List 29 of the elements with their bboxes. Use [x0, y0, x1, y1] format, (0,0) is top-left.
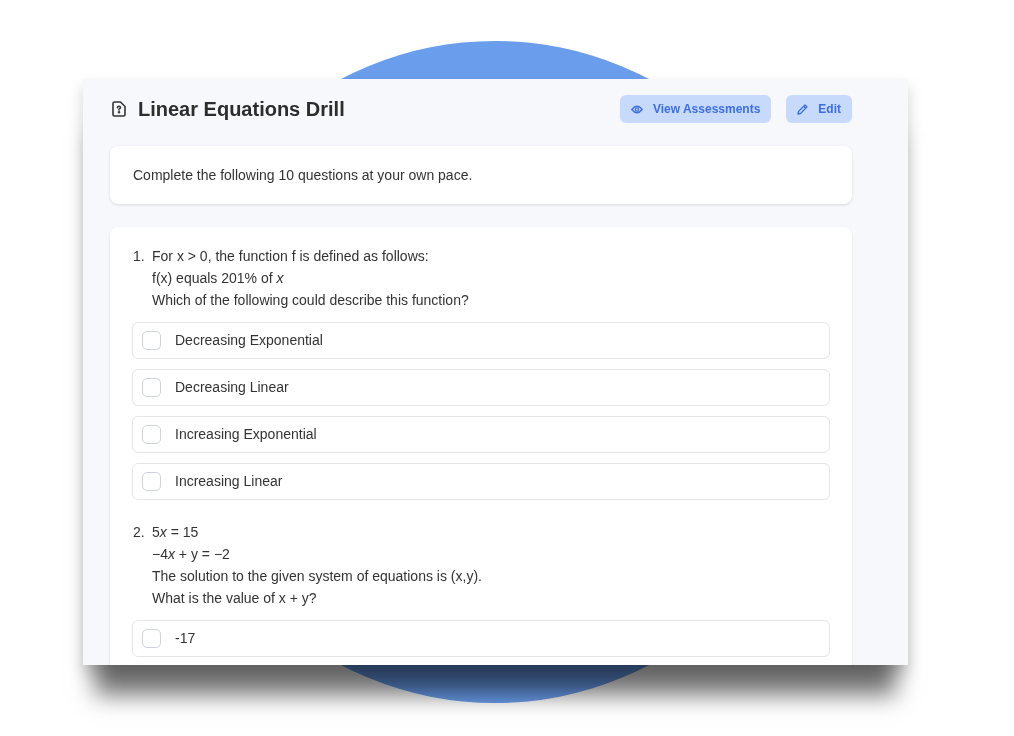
eye-icon	[630, 104, 643, 114]
option-label: -17	[175, 629, 196, 648]
checkbox[interactable]	[142, 472, 161, 491]
answer-option[interactable]: Increasing Linear	[132, 463, 830, 500]
question-text: −4x + y = −2	[152, 545, 230, 564]
question-text: Which of the following could describe this function?	[152, 291, 469, 310]
answer-option[interactable]: Decreasing Linear	[132, 369, 830, 406]
intro-text: Complete the following 10 questions at your own pace.	[133, 165, 473, 185]
answer-option[interactable]: Increasing Exponential	[132, 416, 830, 453]
question-text: The solution to the given system of equations is (x,y).	[152, 567, 482, 586]
checkbox[interactable]	[142, 629, 161, 648]
option-label: Decreasing Exponential	[175, 331, 323, 350]
file-question-icon	[112, 101, 126, 117]
option-label: Decreasing Linear	[175, 378, 289, 397]
answer-option[interactable]: Decreasing Exponential	[132, 322, 830, 359]
question-number: 1.	[133, 247, 146, 266]
option-label: Increasing Linear	[175, 472, 283, 491]
question-number: 2.	[133, 523, 146, 542]
question-text: 5x = 15	[152, 523, 199, 542]
question-text: What is the value of x + y?	[152, 589, 317, 608]
checkbox[interactable]	[142, 331, 161, 350]
option-label: Increasing Exponential	[175, 425, 317, 444]
checkbox[interactable]	[142, 378, 161, 397]
checkbox[interactable]	[142, 425, 161, 444]
pencil-icon	[797, 103, 809, 115]
question-text: For x > 0, the function f is defined as follows:	[152, 247, 429, 266]
question-text: f(x) equals 201% of x	[152, 269, 284, 288]
answer-option[interactable]: -17	[132, 620, 830, 657]
page-title: Linear Equations Drill	[138, 99, 345, 119]
